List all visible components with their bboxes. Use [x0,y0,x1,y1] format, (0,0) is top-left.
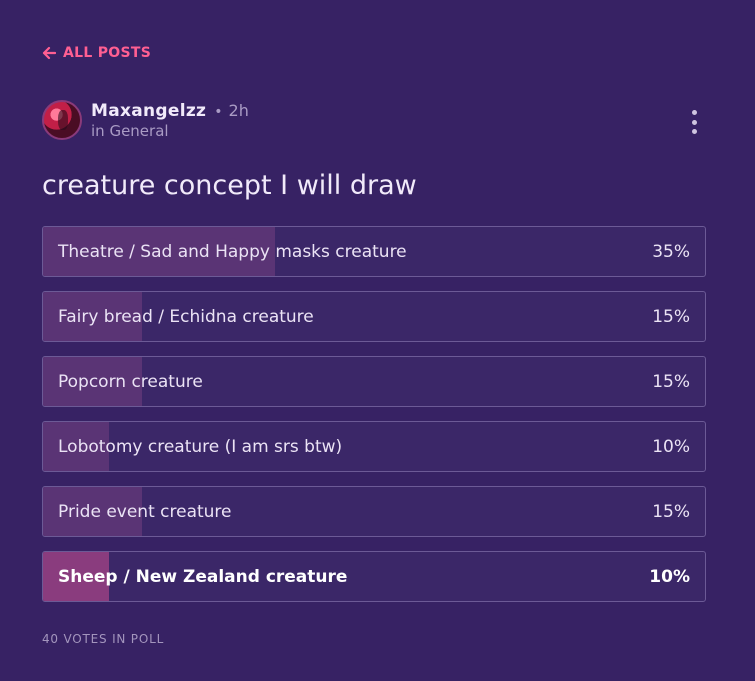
poll-option-percent: 15% [652,372,690,392]
separator-dot: • [214,103,223,120]
post-author: Maxangelzz • 2h in General [42,100,249,140]
more-vertical-icon[interactable] [688,110,700,134]
poll-option[interactable]: Theatre / Sad and Happy masks creature 3… [42,226,706,277]
post-meta: Maxangelzz • 2h in General [91,101,249,140]
poll: Theatre / Sad and Happy masks creature 3… [42,226,706,602]
poll-option-label: Popcorn creature [58,372,203,392]
arrow-left-icon [42,46,56,60]
poll-option-percent: 10% [649,567,690,587]
poll-option-percent: 15% [652,502,690,522]
post-community[interactable]: in General [91,122,249,140]
poll-option-label: Theatre / Sad and Happy masks creature [58,242,407,262]
poll-option[interactable]: Popcorn creature 15% [42,356,706,407]
poll-option-label: Pride event creature [58,502,232,522]
poll-option-percent: 15% [652,307,690,327]
avatar[interactable] [42,100,82,140]
post-time: 2h [228,100,249,120]
poll-option[interactable]: Lobotomy creature (I am srs btw) 10% [42,421,706,472]
username[interactable]: Maxangelzz [91,101,206,121]
poll-option-label: Lobotomy creature (I am srs btw) [58,437,343,457]
poll-vote-count: 40 VOTES IN POLL [42,632,165,646]
post-title: creature concept I will draw [42,170,417,201]
poll-option-label: Sheep / New Zealand creature [58,567,348,587]
poll-option[interactable]: Pride event creature 15% [42,486,706,537]
poll-option-percent: 35% [652,242,690,262]
back-to-all-posts-link[interactable]: ALL POSTS [42,45,151,61]
back-label: ALL POSTS [63,45,152,61]
poll-option[interactable]: Fairy bread / Echidna creature 15% [42,291,706,342]
poll-option[interactable]: Sheep / New Zealand creature 10% [42,551,706,602]
poll-option-label: Fairy bread / Echidna creature [58,307,314,327]
poll-option-percent: 10% [652,437,690,457]
